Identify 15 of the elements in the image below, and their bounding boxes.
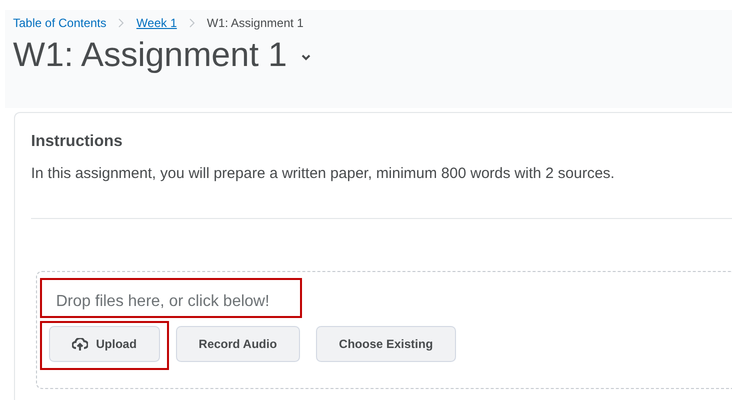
instructions-heading: Instructions [31, 133, 124, 151]
cloud-upload-icon [72, 338, 88, 350]
dropzone[interactable]: Drop files here, or click below! Upload Record Audio Choose Existing [36, 271, 732, 389]
chevron-right-icon [118, 18, 124, 28]
choose-existing-button[interactable]: Choose Existing [316, 326, 456, 362]
page-title: W1: Assignment 1 [13, 36, 288, 75]
breadcrumb-current: W1: Assignment 1 [206, 16, 304, 30]
upload-button[interactable]: Upload [49, 326, 160, 362]
chevron-down-icon[interactable] [301, 54, 312, 61]
dropzone-prompt: Drop files here, or click below! [40, 278, 302, 318]
breadcrumb-link[interactable]: Week 1 [136, 16, 177, 30]
instructions-text: In this assignment, you will prepare a written paper, minimum 800 words with 2 sources. [31, 165, 616, 182]
breadcrumb-link[interactable]: Table of Contents [13, 16, 106, 30]
record-audio-button[interactable]: Record Audio [176, 326, 300, 362]
chevron-right-icon [188, 18, 195, 28]
